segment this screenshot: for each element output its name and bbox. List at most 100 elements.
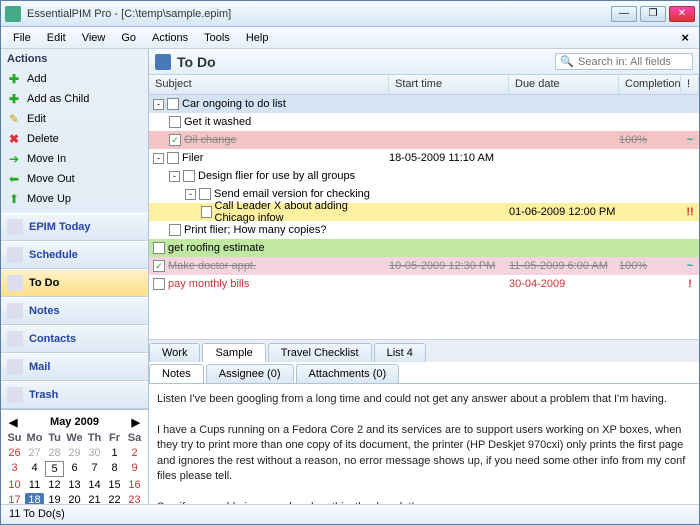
search-input[interactable] xyxy=(578,56,688,68)
todo-row[interactable]: - Design flier for use by all groups xyxy=(149,167,699,185)
todo-text: Send email version for checking xyxy=(214,188,370,200)
menubar: File Edit View Go Actions Tools Help × xyxy=(1,27,699,49)
todo-text: get roofing estimate xyxy=(168,242,265,254)
checkbox[interactable] xyxy=(169,134,181,146)
todo-row[interactable]: Oil change100%~ xyxy=(149,131,699,149)
nav-epim-today[interactable]: EPIM Today xyxy=(1,213,148,241)
checkbox[interactable] xyxy=(183,170,195,182)
expand-icon[interactable]: - xyxy=(169,171,180,182)
cal-prev[interactable]: ◀ xyxy=(9,416,17,429)
nav-label: Trash xyxy=(29,389,58,401)
action-label: Edit xyxy=(27,113,46,125)
action-delete[interactable]: ✖Delete xyxy=(1,129,148,149)
todo-row[interactable]: get roofing estimate xyxy=(149,239,699,257)
minimize-button[interactable]: — xyxy=(611,6,637,22)
action-add[interactable]: ✚Add xyxy=(1,69,148,89)
todo-row[interactable]: -Car ongoing to do list xyxy=(149,95,699,113)
todo-text: Design flier for use by all groups xyxy=(198,170,355,182)
nav-trash[interactable]: Trash xyxy=(1,381,148,409)
action-move-up[interactable]: ⬆Move Up xyxy=(1,189,148,209)
expand-icon[interactable]: - xyxy=(153,153,164,164)
contacts-icon xyxy=(7,331,23,347)
menu-tools[interactable]: Tools xyxy=(196,30,238,46)
calendar-grid[interactable]: SuMoTuWeThFrSa26272829301234567891011121… xyxy=(5,431,144,504)
plus-icon: ✚ xyxy=(7,72,21,86)
tab-sample[interactable]: Sample xyxy=(202,343,265,362)
notes-area[interactable]: Listen I've been googling from a long ti… xyxy=(149,384,699,504)
col-priority[interactable]: ! xyxy=(681,75,699,94)
column-header: Subject Start time Due date Completion ! xyxy=(149,75,699,95)
schedule-icon xyxy=(7,247,23,263)
col-completion[interactable]: Completion xyxy=(619,75,681,94)
expand-icon[interactable]: - xyxy=(153,99,164,110)
window-title: EssentialPIM Pro - [C:\temp\sample.epim] xyxy=(27,8,611,20)
checkbox[interactable] xyxy=(199,188,211,200)
nav-schedule[interactable]: Schedule xyxy=(1,241,148,269)
todo-text: Call Leader X about adding Chicago infow xyxy=(215,200,390,224)
todo-tree[interactable]: -Car ongoing to do listGet it washedOil … xyxy=(149,95,699,339)
menu-edit[interactable]: Edit xyxy=(39,30,74,46)
pencil-icon: ✎ xyxy=(7,112,21,126)
nav-notes[interactable]: Notes xyxy=(1,297,148,325)
menu-go[interactable]: Go xyxy=(113,30,144,46)
checkbox[interactable] xyxy=(153,260,165,272)
todo-text: Oil change xyxy=(184,134,237,146)
tab-travel[interactable]: Travel Checklist xyxy=(268,343,372,362)
action-move-out[interactable]: ⬅ Move Out xyxy=(1,169,148,189)
arrow-left-icon: ⬅ xyxy=(7,172,21,186)
search-box[interactable]: 🔍 xyxy=(555,53,693,70)
todo-row[interactable]: Print flier; How many copies? xyxy=(149,221,699,239)
col-start[interactable]: Start time xyxy=(389,75,509,94)
col-subject[interactable]: Subject xyxy=(149,75,389,94)
plus-icon: ✚ xyxy=(7,92,21,106)
detail-tabs: Notes Assignee (0) Attachments (0) xyxy=(149,362,699,384)
col-due[interactable]: Due date xyxy=(509,75,619,94)
menu-actions[interactable]: Actions xyxy=(144,30,196,46)
checkbox[interactable] xyxy=(167,98,179,110)
menu-file[interactable]: File xyxy=(5,30,39,46)
expand-icon[interactable]: - xyxy=(185,189,196,200)
action-add-child[interactable]: ✚Add as Child xyxy=(1,89,148,109)
nav-label: Mail xyxy=(29,361,50,373)
action-label: Move Up xyxy=(27,193,71,205)
close-doc-button[interactable]: × xyxy=(675,30,695,45)
todo-row[interactable]: Make doctor appt.10-05-2009 12:30 PM11-0… xyxy=(149,257,699,275)
main-header: To Do 🔍 xyxy=(149,49,699,75)
cal-title: May 2009 xyxy=(50,416,99,429)
cal-next[interactable]: ▶ xyxy=(132,416,140,429)
nav-label: Contacts xyxy=(29,333,76,345)
delete-icon: ✖ xyxy=(7,132,21,146)
todo-icon xyxy=(7,275,23,291)
checkbox[interactable] xyxy=(153,242,165,254)
checkbox[interactable] xyxy=(153,278,165,290)
checkbox[interactable] xyxy=(201,206,212,218)
dtab-attachments[interactable]: Attachments (0) xyxy=(296,364,400,383)
tab-work[interactable]: Work xyxy=(149,343,200,362)
checkbox[interactable] xyxy=(169,116,181,128)
calendar: ◀ May 2009 ▶ SuMoTuWeThFrSa262728293012345… xyxy=(1,409,148,504)
action-label: Move In xyxy=(27,153,66,165)
action-edit[interactable]: ✎ Edit xyxy=(1,109,148,129)
todo-header-icon xyxy=(155,54,171,70)
action-label: Move Out xyxy=(27,173,75,185)
todo-row[interactable]: -Filer18-05-2009 11:10 AM xyxy=(149,149,699,167)
nav-mail[interactable]: Mail xyxy=(1,353,148,381)
checkbox[interactable] xyxy=(167,152,179,164)
menu-view[interactable]: View xyxy=(74,30,114,46)
tab-list4[interactable]: List 4 xyxy=(374,343,426,362)
todo-row[interactable]: Get it washed xyxy=(149,113,699,131)
dtab-notes[interactable]: Notes xyxy=(149,364,204,383)
nav-todo[interactable]: To Do xyxy=(1,269,148,297)
nav-contacts[interactable]: Contacts xyxy=(1,325,148,353)
nav-label: Schedule xyxy=(29,249,78,261)
checkbox[interactable] xyxy=(169,224,181,236)
menu-help[interactable]: Help xyxy=(238,30,277,46)
dtab-assignee[interactable]: Assignee (0) xyxy=(206,364,294,383)
close-button[interactable]: ✕ xyxy=(669,6,695,22)
todo-row[interactable]: Call Leader X about adding Chicago infow… xyxy=(149,203,699,221)
maximize-button[interactable]: ❐ xyxy=(640,6,666,22)
nav-label: To Do xyxy=(29,277,59,289)
app-icon xyxy=(5,6,21,22)
action-move-in[interactable]: ➔Move In xyxy=(1,149,148,169)
todo-row[interactable]: pay monthly bills30-04-2009! xyxy=(149,275,699,293)
